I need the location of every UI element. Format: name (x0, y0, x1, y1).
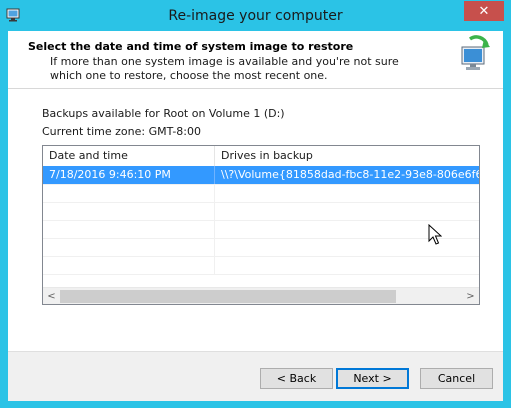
wizard-footer: < Back Next > Cancel (8, 351, 503, 401)
table-row[interactable]: 7/18/2016 9:46:10 PM \\?\Volume{81858dad… (43, 166, 479, 185)
table-row-empty (43, 220, 479, 239)
cell-drives: \\?\Volume{81858dad-fbc8-11e2-93e8-806e6… (221, 168, 479, 181)
timezone-label: Current time zone: GMT-8:00 (42, 125, 202, 138)
dialog-content: Select the date and time of system image… (8, 31, 503, 401)
dialog-window: Re-image your computer ✕ Select the date… (0, 0, 511, 408)
table-header: Date and time Drives in backup (43, 146, 479, 167)
table-row-empty (43, 256, 479, 275)
scroll-left-button[interactable]: < (43, 288, 60, 304)
column-header-drives[interactable]: Drives in backup (215, 146, 479, 166)
wizard-step-title: Select the date and time of system image… (28, 40, 354, 53)
table-row-empty (43, 202, 479, 221)
backup-list[interactable]: Date and time Drives in backup 7/18/2016… (42, 145, 480, 305)
cancel-button[interactable]: Cancel (420, 368, 493, 389)
column-header-date[interactable]: Date and time (43, 146, 215, 166)
back-button[interactable]: < Back (260, 368, 333, 389)
scroll-right-button[interactable]: > (462, 288, 479, 304)
table-row-empty (43, 238, 479, 257)
mouse-cursor-icon (428, 224, 442, 245)
wizard-step-description: If more than one system image is availab… (50, 55, 399, 82)
table-body: 7/18/2016 9:46:10 PM \\?\Volume{81858dad… (43, 166, 479, 275)
table-row-empty (43, 184, 479, 203)
close-button[interactable]: ✕ (464, 1, 504, 21)
next-button[interactable]: Next > (336, 368, 409, 389)
close-icon: ✕ (478, 3, 490, 19)
restore-computer-icon (461, 35, 490, 70)
window-title: Re-image your computer (168, 8, 343, 24)
scroll-thumb[interactable] (60, 290, 396, 303)
wizard-header: Select the date and time of system image… (8, 31, 503, 89)
title-bar[interactable]: Re-image your computer ✕ (0, 0, 511, 32)
cell-date: 7/18/2016 9:46:10 PM (43, 166, 215, 184)
horizontal-scrollbar[interactable]: < > (43, 287, 479, 304)
backups-available-label: Backups available for Root on Volume 1 (… (42, 107, 285, 120)
